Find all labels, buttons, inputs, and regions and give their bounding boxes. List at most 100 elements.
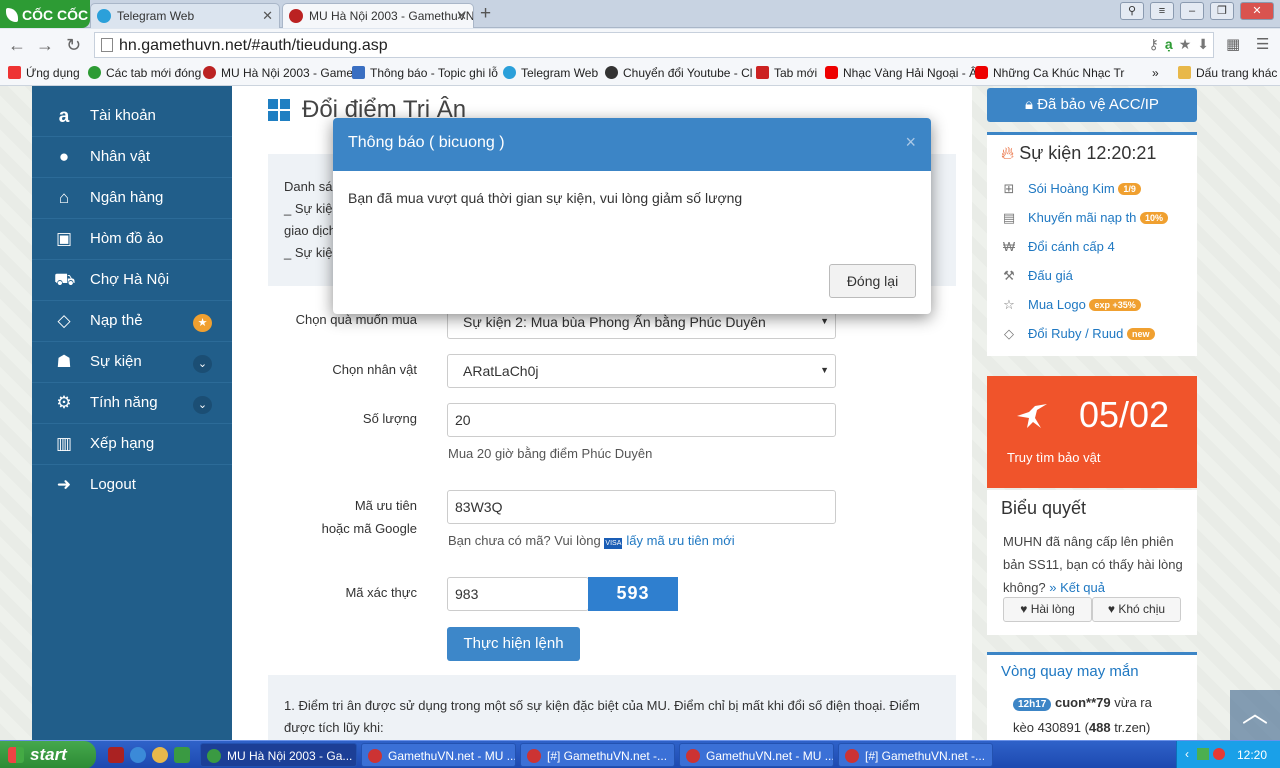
get-promo-code-link[interactable]: lấy mã ưu tiên mới	[626, 533, 734, 548]
folder-icon	[1178, 66, 1191, 79]
mu-icon	[207, 749, 221, 763]
captcha-input[interactable]: 983	[447, 577, 589, 611]
gift-icon: ⊞	[1003, 181, 1015, 196]
quicklaunch-coccoc-icon[interactable]	[174, 747, 190, 763]
url-actions: ⚷ ạ ★ ⬇	[1149, 36, 1209, 53]
quicklaunch-ie-icon[interactable]	[130, 747, 146, 763]
event-item[interactable]: ▤ Khuyến mãi nạp th 10%	[1001, 210, 1169, 226]
bookmark-ca-khuc[interactable]: Những Ca Khúc Nhạc Tr	[975, 66, 1124, 80]
sidebar-item-inventory[interactable]: ▣ Hòm đồ ảo	[32, 219, 232, 260]
note-line: được tích lũy khi:	[284, 720, 384, 735]
bookmark-telegram[interactable]: Telegram Web	[503, 66, 598, 80]
event-item[interactable]: ⚒ Đấu giá	[1001, 268, 1073, 284]
quantity-input[interactable]: 20	[447, 403, 836, 437]
clock[interactable]: 12:20	[1237, 748, 1267, 762]
submit-button[interactable]: Thực hiện lệnh	[447, 627, 580, 661]
reload-icon[interactable]: ↻	[66, 35, 81, 56]
download-icon[interactable]: ⬇	[1197, 36, 1209, 53]
sidebar-item-market[interactable]: ⛟ Chợ Hà Nội	[32, 260, 232, 301]
bookmarks-overflow[interactable]: »	[1152, 66, 1159, 80]
forward-icon[interactable]: →	[36, 35, 54, 56]
close-modal-button[interactable]: Đóng lại	[829, 264, 916, 298]
sidebar-item-events[interactable]: ☗ Sự kiện ⌄	[32, 342, 232, 383]
promo-code-input[interactable]: 83W3Q	[447, 490, 836, 524]
start-button[interactable]: start	[0, 741, 96, 768]
key-icon[interactable]: ⚷	[1149, 36, 1159, 53]
event-item[interactable]: ☆ Mua Logo exp +35%	[1001, 297, 1141, 313]
tab-telegram[interactable]: Telegram Web ✕	[90, 3, 280, 28]
menu-icon[interactable]: ≡	[1150, 2, 1174, 20]
tab-strip: CỐC CỐC Telegram Web ✕ MU Hà Nội 2003 - …	[0, 0, 1280, 28]
apps-icon	[8, 66, 21, 79]
coccoc-logo[interactable]: CỐC CỐC	[0, 0, 90, 28]
vote-question: MUHN đã nâng cấp lên phiên bản SS11, bạn…	[1003, 534, 1183, 595]
scroll-top-button[interactable]: ︿	[1230, 690, 1280, 740]
wheel-user: cuon**79	[1054, 695, 1111, 710]
bookmark-other[interactable]: Dấu trang khác	[1178, 66, 1277, 80]
g-icon	[352, 66, 365, 79]
alert-icon[interactable]	[1213, 748, 1225, 760]
bookmark-topic[interactable]: Thông báo - Topic ghi lỗ	[352, 66, 498, 80]
vote-yes-button[interactable]: ♥ Hài lòng	[1003, 597, 1092, 622]
character-select[interactable]: ARatLaCh0j ▼	[447, 354, 836, 388]
sidebar-item-bank[interactable]: ⌂ Ngân hàng	[32, 178, 232, 219]
sidebar-item-account[interactable]: a Tài khoản	[32, 96, 232, 137]
sidebar-item-ranking[interactable]: ▥ Xếp hạng	[32, 424, 232, 465]
taskbar-item[interactable]: GamethuVN.net - MU ...	[361, 743, 516, 767]
back-icon[interactable]: ←	[8, 35, 26, 56]
coccoc-leaf-icon	[6, 8, 18, 22]
new-tab-icon[interactable]: +	[480, 3, 491, 25]
event-item[interactable]: ⊞ Sói Hoàng Kim 1/9	[1001, 181, 1141, 197]
user-icon[interactable]: ⚲	[1120, 2, 1144, 20]
diamond-icon: ◇	[57, 311, 71, 330]
note-box: 1. Điểm tri ân được sử dụng trong một số…	[268, 675, 956, 740]
captcha-image[interactable]: 593	[588, 577, 678, 611]
account-protected-button[interactable]: 🔒︎ Đã bảo vệ ACC/IP	[987, 88, 1197, 122]
bookmark-new-tab[interactable]: Tab mới	[756, 66, 817, 80]
close-tab-icon[interactable]: ✕	[456, 8, 467, 24]
minimize-icon[interactable]: ‒	[1180, 2, 1204, 20]
taskbar-item[interactable]: [#] GamethuVN.net -...	[520, 743, 675, 767]
window-controls: ⚲ ≡ ‒ ❐ ✕	[1120, 2, 1274, 20]
coccoc-a-icon[interactable]: ạ	[1165, 36, 1173, 53]
close-icon[interactable]: ×	[905, 132, 916, 153]
treasure-hunt-panel[interactable]: 05/02 Truy tìm bảo vật	[987, 376, 1197, 488]
bookmark-recent-tabs[interactable]: Các tab mới đóng	[88, 66, 201, 80]
event-item[interactable]: ₩ Đổi cánh cấp 4	[1001, 239, 1115, 254]
event-item[interactable]: ◇ Đổi Ruby / Ruud new	[1001, 326, 1155, 342]
quicklaunch-game-icon[interactable]	[108, 747, 124, 763]
url-input[interactable]: hn.gamethuvn.net/#auth/tieudung.asp ⚷ ạ …	[94, 32, 1214, 58]
bookmark-youtube-convert[interactable]: Chuyển đổi Youtube - Cl	[605, 66, 752, 80]
taskbar-item[interactable]: [#] GamethuVN.net -...	[838, 743, 993, 767]
events-panel: 🔥︎ Sự kiện 12:20:21 ⊞ Sói Hoàng Kim 1/9 ▤…	[987, 132, 1197, 356]
sidebar-item-logout[interactable]: ➜ Logout	[32, 465, 232, 506]
sidebar-item-character[interactable]: ● Nhân vật	[32, 137, 232, 178]
maximize-icon[interactable]: ❐	[1210, 2, 1234, 20]
star-badge-icon: ★	[193, 314, 212, 332]
bookmark-mu-hanoi[interactable]: MU Hà Nội 2003 - Gamet	[203, 66, 356, 80]
taskbar-item[interactable]: MU Hà Nội 2003 - Ga...	[200, 743, 357, 767]
tray-arrow-icon[interactable]: ‹	[1185, 747, 1189, 761]
quicklaunch-browser-icon[interactable]	[152, 747, 168, 763]
sidebar-item-topup[interactable]: ◇ Nạp thẻ ★	[32, 301, 232, 342]
bookmark-nhac-vang[interactable]: Nhạc Vàng Hải Ngoại - Â	[825, 66, 977, 80]
wheel-title: Vòng quay may mắn	[1001, 663, 1139, 680]
visa-icon: VISA	[604, 538, 623, 549]
mu-icon	[289, 9, 303, 23]
vote-no-button[interactable]: ♥ Khó chịu	[1092, 597, 1181, 622]
qr-icon[interactable]: ▦	[1226, 35, 1240, 53]
star-icon[interactable]: ★	[1179, 36, 1192, 53]
bar-chart-icon: ▥	[55, 434, 73, 453]
tab-mu-hanoi[interactable]: MU Hà Nội 2003 - GamethuVN.net ✕	[282, 3, 474, 28]
vote-panel: Biểu quyết MUHN đã nâng cấp lên phiên bả…	[987, 490, 1197, 635]
caret-down-icon: ▼	[820, 365, 829, 375]
sidebar: a Tài khoản ● Nhân vật ⌂ Ngân hàng ▣ Hòm đồ …	[32, 86, 232, 740]
settings-menu-icon[interactable]: ☰	[1256, 35, 1269, 53]
taskbar-item[interactable]: GamethuVN.net - MU ...	[679, 743, 834, 767]
close-window-icon[interactable]: ✕	[1240, 2, 1274, 20]
sidebar-item-features[interactable]: ⚙ Tính năng ⌄	[32, 383, 232, 424]
vote-result-link[interactable]: » Kết quả	[1049, 580, 1105, 595]
bookmark-apps[interactable]: Ứng dụng	[8, 66, 80, 80]
network-icon[interactable]	[1197, 748, 1209, 760]
close-tab-icon[interactable]: ✕	[262, 8, 273, 24]
